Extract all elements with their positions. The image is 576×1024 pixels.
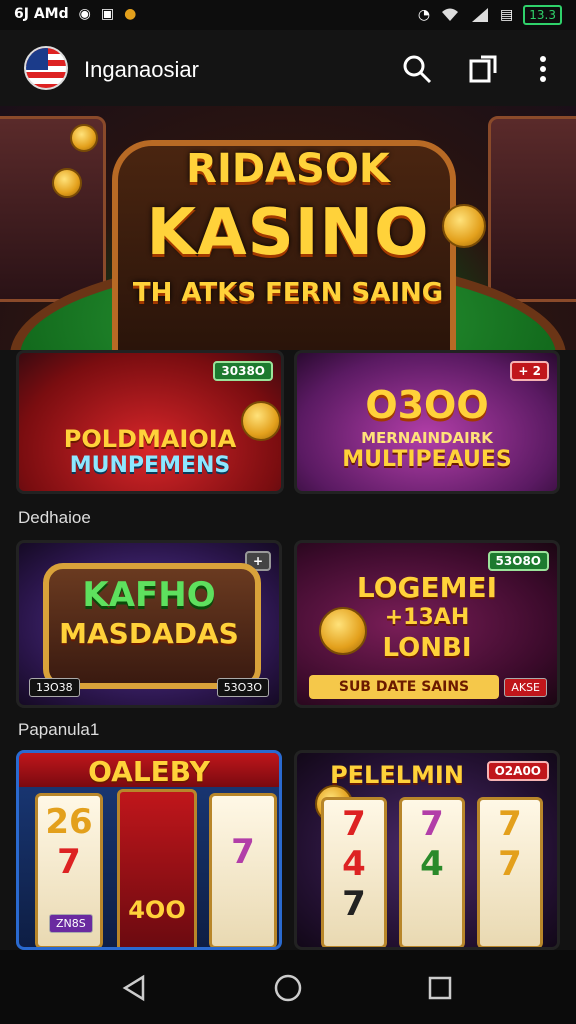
- game-subtitle: +13AH: [384, 605, 470, 630]
- search-icon[interactable]: [400, 52, 434, 86]
- reel-value: 4OO: [128, 896, 186, 924]
- game-tile-oaleby[interactable]: OALEBY 26 7 4OO 7 ZN8S: [16, 750, 282, 950]
- coin-notification-icon: ●: [124, 6, 137, 22]
- game-tag-right: 53O3O: [216, 678, 269, 697]
- reel-symbol: 7: [420, 804, 444, 844]
- reel-symbol: 7: [342, 884, 366, 924]
- hero-line3: TH ATKS FERN SAING: [132, 278, 444, 308]
- game-title: POLDMAIOIA: [63, 425, 237, 453]
- signal-icon: [472, 8, 489, 22]
- flag-avatar-icon[interactable]: [24, 46, 68, 90]
- status-left-text: 6J AMd: [14, 6, 69, 22]
- game-tag-left: 13O38: [29, 678, 80, 697]
- game-tile-pelelmin[interactable]: O2A0O PELELMIN 7 4 7 7 4 7 7: [294, 750, 560, 950]
- section-label-1: Dedhaioe: [18, 508, 91, 527]
- reel-symbol: 4: [420, 844, 444, 884]
- home-icon[interactable]: [272, 972, 304, 1004]
- status-right: ◔ ▤ 13.3: [418, 5, 562, 25]
- battery-saver-icon: ▤: [500, 7, 514, 23]
- game-subtitle: MUNPEMENS: [69, 453, 231, 478]
- game-tile-poldmaioia[interactable]: 3038O POLDMAIOIA MUNPEMENS: [16, 350, 284, 494]
- slot-reel: 7: [209, 793, 277, 947]
- slot-reel: 7 7: [477, 797, 543, 947]
- alarm-icon: ◔: [417, 7, 431, 23]
- recents-icon[interactable]: [424, 972, 456, 1004]
- game-badge: 3038O: [213, 361, 273, 381]
- status-left: 6J AMd ◉ ▣ ●: [14, 6, 136, 22]
- app-title: Inganaosiar: [84, 57, 199, 82]
- app-bar: Inganaosiar: [0, 30, 576, 106]
- game-tile-kafho[interactable]: + KAFHO MASDADAS 13O38 53O3O: [16, 540, 282, 708]
- battery-indicator: 13.3: [523, 5, 562, 25]
- game-subtitle-2: LONBI: [382, 633, 472, 663]
- game-badge: 53O8O: [487, 551, 549, 571]
- game-subtitle-2: MULTIPEAUES: [342, 447, 512, 472]
- game-tag: ZN8S: [49, 914, 93, 933]
- game-tile-logemei[interactable]: 53O8O LOGEMEI +13AH LONBI SUB DATE SAINS…: [294, 540, 560, 708]
- more-vert-icon[interactable]: [526, 52, 560, 86]
- game-strip: SUB DATE SAINS: [309, 675, 499, 699]
- game-badge: + 2: [510, 361, 549, 381]
- game-subtitle: MASDADAS: [59, 617, 239, 650]
- game-tile-multipeaues[interactable]: + 2 O3OO MERNAINDAIRK MULTIPEAUES: [294, 350, 560, 494]
- game-subtitle: MERNAINDAIRK: [361, 429, 493, 447]
- section-label-2: Papanula1: [18, 720, 100, 739]
- game-title: O3OO: [365, 383, 489, 427]
- status-bar: 6J AMd ◉ ▣ ● ◔ ▤ 13.3: [0, 0, 576, 30]
- hero-banner[interactable]: RIDASOK KASINO TH ATKS FERN SAING: [0, 106, 576, 350]
- reel-symbol: 7: [342, 804, 366, 844]
- game-title: OALEBY: [88, 755, 210, 788]
- slot-reel: 7 4 7: [321, 797, 387, 947]
- reel-symbol: 26: [45, 802, 93, 842]
- wifi-icon: [442, 8, 459, 21]
- hero-line1: RIDASOK: [186, 146, 390, 192]
- slot-reel: 7 4: [399, 797, 465, 947]
- slot-reel-center: 4OO: [117, 789, 197, 947]
- reel-symbol: 7: [498, 844, 522, 884]
- system-nav-bar: [0, 950, 576, 1024]
- notification-icon: ◉: [78, 6, 91, 22]
- app-notification-icon: ▣: [100, 6, 115, 22]
- hero-line2: KASINO: [146, 196, 430, 270]
- game-tag-right: AKSE: [504, 678, 547, 697]
- game-title: KAFHO: [82, 575, 216, 615]
- game-title: LOGEMEI: [356, 571, 498, 604]
- reel-symbol: 7: [498, 804, 522, 844]
- cast-icon[interactable]: [466, 52, 500, 86]
- back-icon[interactable]: [118, 972, 150, 1004]
- reel-symbol: 7: [57, 842, 81, 882]
- reel-symbol: 7: [231, 832, 255, 872]
- reel-symbol: 4: [342, 844, 366, 884]
